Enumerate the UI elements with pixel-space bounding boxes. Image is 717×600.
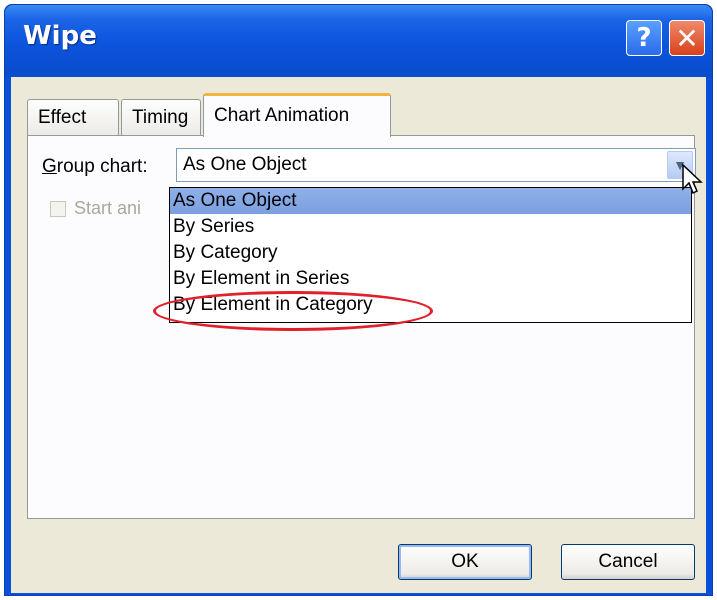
start-animation-label: Start ani: [74, 198, 142, 218]
wipe-dialog: Wipe ? ✕ Effect Timing Chart Animation G…: [4, 4, 713, 596]
dialog-body: Effect Timing Chart Animation Group char…: [11, 77, 706, 593]
start-animation-checkbox[interactable]: Start ani: [50, 198, 141, 219]
tab-effect[interactable]: Effect: [27, 99, 119, 135]
dropdown-option-by-category[interactable]: By Category: [170, 240, 691, 266]
cancel-button[interactable]: Cancel: [561, 544, 695, 580]
mouse-cursor-icon: [682, 163, 703, 195]
group-chart-mnemonic: G: [42, 156, 57, 177]
dropdown-option-as-one-object[interactable]: As One Object: [170, 188, 691, 214]
dropdown-option-by-series[interactable]: By Series: [170, 214, 691, 240]
group-chart-label: Group chart:: [42, 156, 148, 178]
title-bar[interactable]: Wipe ? ✕: [5, 5, 712, 77]
tab-chart-animation[interactable]: Chart Animation: [203, 93, 391, 137]
highlight-ellipse-annotation: [153, 291, 433, 331]
group-chart-value: As One Object: [183, 154, 307, 175]
help-button[interactable]: ?: [626, 20, 662, 56]
tab-timing[interactable]: Timing: [121, 99, 201, 135]
checkbox-box[interactable]: [50, 200, 66, 217]
close-button[interactable]: ✕: [669, 20, 705, 56]
dropdown-option-by-element-in-series[interactable]: By Element in Series: [170, 266, 691, 292]
group-chart-select[interactable]: As One Object ▼: [176, 148, 696, 182]
ok-button[interactable]: OK: [398, 544, 532, 580]
close-icon: ✕: [675, 21, 699, 55]
dialog-title: Wipe: [23, 21, 97, 51]
help-icon: ?: [636, 23, 652, 53]
group-chart-label-rest: roup chart:: [56, 156, 148, 177]
